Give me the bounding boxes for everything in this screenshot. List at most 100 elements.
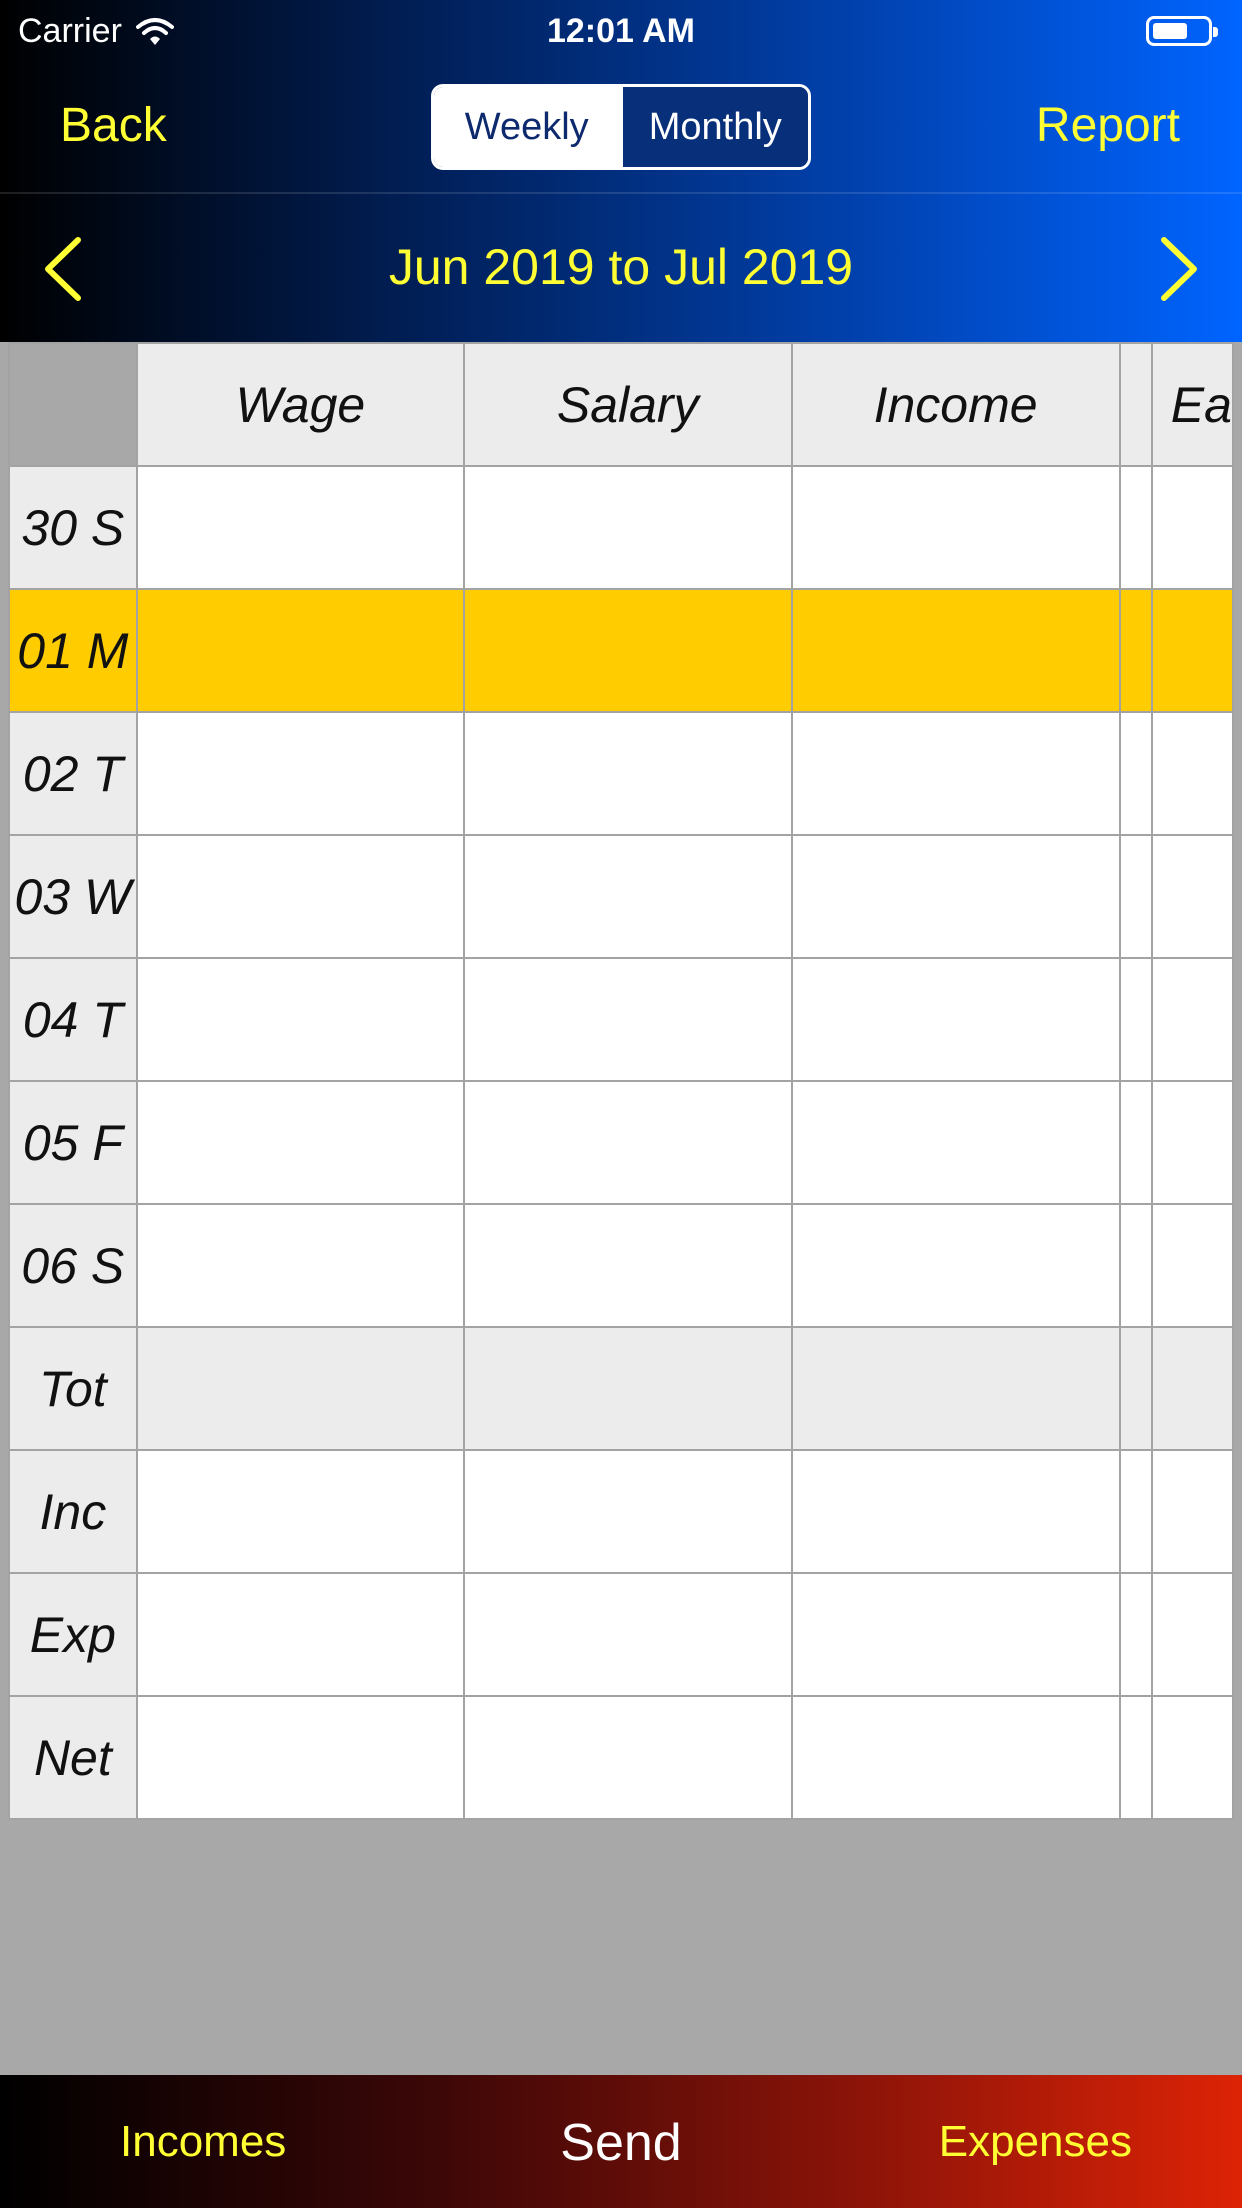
grid-cell[interactable] bbox=[1150, 834, 1234, 959]
chevron-right-icon[interactable] bbox=[1142, 234, 1212, 304]
table-row: Net bbox=[8, 1695, 1234, 1820]
grid-cell[interactable] bbox=[790, 1572, 1121, 1697]
grid-cell[interactable] bbox=[135, 1695, 465, 1820]
grid-cell[interactable] bbox=[1118, 834, 1153, 959]
column-header[interactable]: Salary bbox=[462, 342, 793, 467]
bottom-tab-bar: Incomes Send Expenses bbox=[0, 2075, 1242, 2208]
grid-cell[interactable] bbox=[1150, 1449, 1234, 1574]
grid-cell[interactable] bbox=[790, 1449, 1121, 1574]
grid-cell[interactable] bbox=[135, 1572, 465, 1697]
grid-cell[interactable] bbox=[790, 465, 1121, 590]
table-row: Exp bbox=[8, 1572, 1234, 1697]
grid-cell[interactable] bbox=[790, 1695, 1121, 1820]
grid-table: Wage Salary Income Ea 30 S 01 M 02 T 03 W 04… bbox=[8, 342, 1234, 1820]
expenses-tab[interactable]: Expenses bbox=[939, 2117, 1132, 2167]
grid-cell[interactable] bbox=[462, 957, 793, 1082]
grid-cell[interactable] bbox=[1118, 1080, 1153, 1205]
table-row: 02 T bbox=[8, 711, 1234, 836]
column-header[interactable] bbox=[1118, 342, 1153, 467]
grid-cell[interactable] bbox=[1150, 957, 1234, 1082]
grid-cell[interactable] bbox=[135, 465, 465, 590]
row-label: 04 T bbox=[8, 957, 138, 1082]
table-row: Inc bbox=[8, 1449, 1234, 1574]
row-label: Tot bbox=[8, 1326, 138, 1451]
grid-cell[interactable] bbox=[462, 1695, 793, 1820]
row-label: 05 F bbox=[8, 1080, 138, 1205]
back-button[interactable]: Back bbox=[60, 98, 167, 153]
segment-monthly[interactable]: Monthly bbox=[619, 87, 808, 167]
table-row: Tot bbox=[8, 1326, 1234, 1451]
grid-cell[interactable] bbox=[462, 588, 793, 713]
grid-cell[interactable] bbox=[135, 588, 465, 713]
grid-cell[interactable] bbox=[1150, 1572, 1234, 1697]
column-header[interactable]: Wage bbox=[135, 342, 465, 467]
table-row: 04 T bbox=[8, 957, 1234, 1082]
data-grid: Wage Salary Income Ea 30 S 01 M 02 T 03 W 04… bbox=[8, 342, 1234, 2075]
grid-cell[interactable] bbox=[790, 1203, 1121, 1328]
period-title: Jun 2019 to Jul 2019 bbox=[388, 239, 854, 295]
row-label: 06 S bbox=[8, 1203, 138, 1328]
grid-cell[interactable] bbox=[462, 1203, 793, 1328]
grid-cell[interactable] bbox=[462, 1080, 793, 1205]
grid-corner bbox=[8, 342, 138, 467]
row-label: 30 S bbox=[8, 465, 138, 590]
grid-cell[interactable] bbox=[135, 711, 465, 836]
grid-cell[interactable] bbox=[1118, 1572, 1153, 1697]
period-segmented-control: Weekly Monthly bbox=[431, 84, 811, 170]
grid-cell[interactable] bbox=[1150, 1326, 1234, 1451]
table-row: 01 M bbox=[8, 588, 1234, 713]
grid-cell[interactable] bbox=[1118, 1695, 1153, 1820]
nav-bar: Back Weekly Monthly Report bbox=[0, 60, 1242, 192]
report-button[interactable]: Report bbox=[1036, 98, 1180, 153]
grid-cell[interactable] bbox=[462, 465, 793, 590]
header: Carrier 12:01 AM Back Weekly Monthly Rep… bbox=[0, 0, 1242, 342]
row-label: 01 M bbox=[8, 588, 138, 713]
grid-cell[interactable] bbox=[462, 834, 793, 959]
grid-cell[interactable] bbox=[1150, 588, 1234, 713]
grid-cell[interactable] bbox=[135, 1203, 465, 1328]
grid-cell[interactable] bbox=[462, 1449, 793, 1574]
grid-cell[interactable] bbox=[790, 1326, 1121, 1451]
row-label: Inc bbox=[8, 1449, 138, 1574]
grid-cell[interactable] bbox=[135, 1080, 465, 1205]
battery-icon bbox=[1146, 16, 1218, 46]
grid-cell[interactable] bbox=[1150, 1080, 1234, 1205]
table-row: 30 S bbox=[8, 465, 1234, 590]
table-row: 06 S bbox=[8, 1203, 1234, 1328]
row-label: Net bbox=[8, 1695, 138, 1820]
row-label: 02 T bbox=[8, 711, 138, 836]
grid-cell[interactable] bbox=[135, 1326, 465, 1451]
grid-cell[interactable] bbox=[790, 834, 1121, 959]
segment-weekly[interactable]: Weekly bbox=[434, 87, 620, 167]
grid-cell[interactable] bbox=[790, 711, 1121, 836]
grid-cell[interactable] bbox=[1118, 711, 1153, 836]
row-label: Exp bbox=[8, 1572, 138, 1697]
status-bar: Carrier 12:01 AM bbox=[0, 0, 1242, 60]
row-label: 03 W bbox=[8, 834, 138, 959]
grid-cell[interactable] bbox=[135, 957, 465, 1082]
table-row: 03 W bbox=[8, 834, 1234, 959]
period-navigator: Jun 2019 to Jul 2019 bbox=[0, 194, 1242, 342]
column-header[interactable]: Income bbox=[790, 342, 1121, 467]
grid-cell[interactable] bbox=[462, 711, 793, 836]
grid-cell[interactable] bbox=[1150, 1203, 1234, 1328]
grid-cell[interactable] bbox=[790, 588, 1121, 713]
grid-cell[interactable] bbox=[462, 1572, 793, 1697]
grid-cell[interactable] bbox=[1150, 711, 1234, 836]
column-header[interactable]: Ea bbox=[1150, 342, 1234, 467]
grid-cell[interactable] bbox=[790, 1080, 1121, 1205]
grid-cell[interactable] bbox=[135, 834, 465, 959]
grid-cell[interactable] bbox=[1118, 1326, 1153, 1451]
grid-cell[interactable] bbox=[790, 957, 1121, 1082]
grid-cell[interactable] bbox=[462, 1326, 793, 1451]
grid-cell[interactable] bbox=[1118, 1449, 1153, 1574]
grid-cell[interactable] bbox=[1118, 1203, 1153, 1328]
grid-cell[interactable] bbox=[1118, 588, 1153, 713]
grid-cell[interactable] bbox=[1150, 465, 1234, 590]
table-row: 05 F bbox=[8, 1080, 1234, 1205]
grid-cell[interactable] bbox=[1150, 1695, 1234, 1820]
status-time: 12:01 AM bbox=[546, 12, 696, 50]
grid-cell[interactable] bbox=[1118, 465, 1153, 590]
grid-cell[interactable] bbox=[1118, 957, 1153, 1082]
grid-cell[interactable] bbox=[135, 1449, 465, 1574]
